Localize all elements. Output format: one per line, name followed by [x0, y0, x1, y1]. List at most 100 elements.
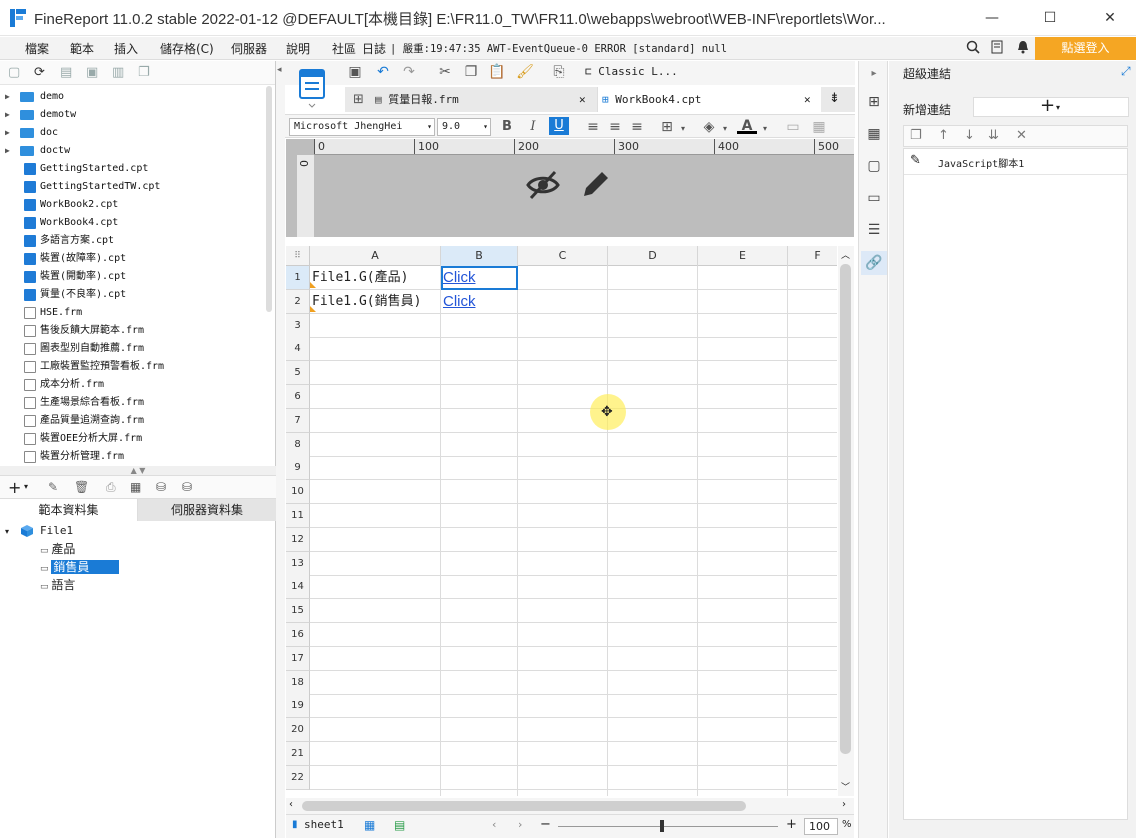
add-link-button[interactable]: + ▾ — [973, 95, 1129, 117]
preview-icon[interactable]: ⎙ — [106, 480, 116, 495]
chevron-down-icon[interactable]: ▾ — [24, 482, 28, 491]
vertical-scrollbar[interactable]: ︿ ﹀ — [838, 246, 854, 796]
row-header[interactable]: 14 — [286, 575, 310, 600]
tab-menu-icon[interactable]: ⇟ — [829, 91, 840, 106]
column-header[interactable]: A — [310, 246, 441, 266]
dataset-field[interactable]: ▭ 語言 — [40, 576, 75, 594]
menu-community[interactable]: 社區 — [332, 40, 356, 57]
tree-item[interactable]: 生產場景綜合看板.frm — [0, 394, 264, 412]
tree-item[interactable]: GettingStarted.cpt — [0, 160, 264, 178]
tree-item[interactable]: ▶ doctw — [0, 142, 264, 160]
search-icon[interactable] — [966, 40, 980, 58]
remove-link-icon[interactable]: ✕ — [1016, 128, 1027, 143]
dataset-field[interactable]: ▭ 銷售員 — [40, 558, 120, 576]
select-all-corner[interactable]: ⠿ — [286, 246, 310, 266]
row-header[interactable]: 8 — [286, 432, 310, 457]
merge-cells-icon[interactable]: ▭ — [783, 117, 803, 137]
move-up-icon[interactable]: ↑ — [938, 128, 949, 143]
zoom-slider-handle[interactable] — [660, 820, 664, 832]
tree-item[interactable]: 裝置(故障率).cpt — [0, 250, 264, 268]
tree-item[interactable]: 成本分析.frm — [0, 376, 264, 394]
column-header[interactable]: B — [441, 246, 518, 266]
tree-item[interactable]: 裝置OEE分析大屏.frm — [0, 430, 264, 448]
condition-attribute-icon[interactable]: ▦ — [865, 125, 883, 143]
copy-icon[interactable]: ❐ — [461, 62, 481, 82]
database-connect-icon[interactable]: ⛁ — [182, 480, 192, 494]
widget-settings-icon[interactable]: ▭ — [865, 189, 883, 207]
tab-template-dataset[interactable]: 範本資料集 — [0, 499, 138, 521]
column-header[interactable]: C — [518, 246, 608, 266]
tree-item[interactable]: 產品質量追溯查詢.frm — [0, 412, 264, 430]
menu-help[interactable]: 說明 — [286, 40, 310, 57]
tab-server-dataset[interactable]: 伺服器資料集 — [138, 499, 276, 521]
row-header[interactable]: 22 — [286, 765, 310, 790]
cut-icon[interactable]: ✂ — [435, 62, 455, 82]
scroll-right-icon[interactable]: › — [842, 799, 846, 810]
row-header[interactable]: 21 — [286, 742, 310, 766]
save-icon[interactable]: ▣ — [345, 62, 365, 82]
move-down-icon[interactable]: ↓ — [964, 128, 975, 143]
dataset-field[interactable]: ▭ 產品 — [40, 540, 75, 558]
trash-icon[interactable]: 🗑 — [74, 480, 89, 494]
tab-close-icon[interactable]: ✕ — [579, 87, 586, 112]
expand-right-icon[interactable]: ▸ — [865, 65, 883, 83]
column-header[interactable]: F — [788, 246, 837, 266]
column-header[interactable]: D — [608, 246, 698, 266]
template-main-icon[interactable] — [292, 66, 332, 110]
hide-eye-icon[interactable] — [526, 168, 560, 205]
zoom-out-icon[interactable]: − — [540, 817, 551, 832]
pin-icon[interactable]: ⤢ — [1121, 64, 1131, 79]
unmerge-cells-icon[interactable]: ▦ — [809, 117, 829, 137]
cell-element-icon[interactable]: ▢ — [865, 157, 883, 175]
add-dashboard-sheet-icon[interactable]: ▤ — [394, 818, 405, 832]
theme-selector[interactable]: ⊏ Classic L... — [585, 65, 678, 78]
row-header[interactable]: 9 — [286, 456, 310, 481]
preview-icon[interactable]: ⎘ — [549, 62, 569, 82]
expand-arrow-icon[interactable]: ▶ — [5, 124, 10, 142]
menu-file[interactable]: 檔案 — [25, 40, 49, 57]
tree-scrollbar[interactable] — [266, 86, 272, 312]
tree-item[interactable]: ▶ demo — [0, 88, 264, 106]
tree-item[interactable]: 售後反饋大屏範本.frm — [0, 322, 264, 340]
sort-icon[interactable]: ⇊ — [988, 128, 999, 143]
align-right-icon[interactable]: ≡ — [627, 117, 647, 137]
zoom-slider[interactable] — [558, 826, 778, 827]
tree-item[interactable]: 工廠裝置監控預警看板.frm — [0, 358, 264, 376]
spreadsheet-grid[interactable]: ⠿ A B C D E F 1 2 3 4 5 6 7 8 9 10 11 12 13 14 15 16 17 18 19 20 21… — [286, 246, 837, 796]
add-report-sheet-icon[interactable]: ▦ — [364, 818, 375, 832]
row-header[interactable]: 18 — [286, 670, 310, 695]
cell-attribute-icon[interactable]: ⊞ — [865, 93, 883, 111]
database-icon[interactable]: ⛁ — [156, 480, 166, 494]
row-header[interactable]: 7 — [286, 408, 310, 433]
tab-workbook4[interactable]: ⊞ WorkBook4.cpt ✕ — [597, 87, 821, 112]
row-header[interactable]: 1 — [286, 266, 310, 290]
new-folder-icon[interactable]: ▢ — [8, 65, 20, 80]
scroll-down-icon[interactable]: ﹀ — [841, 780, 850, 793]
hyperlink-item[interactable]: ✎ JavaScript腳本1 — [904, 149, 1127, 175]
sheet-tab[interactable]: sheet1 — [304, 818, 344, 831]
zoom-input[interactable]: 100 — [804, 818, 838, 835]
align-left-icon[interactable]: ≡ — [583, 117, 603, 137]
chevron-down-icon[interactable]: ▾ — [755, 119, 775, 139]
row-header[interactable]: 15 — [286, 599, 310, 624]
bell-icon[interactable] — [1016, 40, 1030, 57]
menu-insert[interactable]: 插入 — [114, 40, 138, 57]
copy-link-icon[interactable]: ❐ — [910, 128, 922, 143]
edit-pencil-icon[interactable] — [578, 168, 612, 205]
row-header[interactable]: 20 — [286, 718, 310, 743]
horizontal-scrollbar[interactable]: ‹ › — [286, 798, 854, 814]
collapse-left-icon[interactable]: ◂ — [277, 65, 282, 75]
copy-icon[interactable]: ❐ — [138, 65, 150, 80]
cell-b2[interactable]: Click — [443, 290, 516, 314]
undo-icon[interactable]: ↶ — [373, 62, 393, 82]
delete-icon[interactable]: ▥ — [112, 65, 124, 80]
column-header[interactable]: E — [698, 246, 788, 266]
dataset-root[interactable]: File1 — [40, 522, 73, 540]
paste-icon[interactable]: 📋 — [487, 62, 507, 82]
font-size-select[interactable]: 9.0 ▾ — [437, 118, 491, 136]
close-button[interactable]: ✕ — [1098, 6, 1122, 30]
expand-arrow-icon[interactable]: ▶ — [5, 106, 10, 124]
next-sheet-icon[interactable]: › — [518, 818, 522, 831]
grid-view-icon[interactable]: ⊞ — [353, 92, 364, 107]
row-header[interactable]: 17 — [286, 646, 310, 671]
